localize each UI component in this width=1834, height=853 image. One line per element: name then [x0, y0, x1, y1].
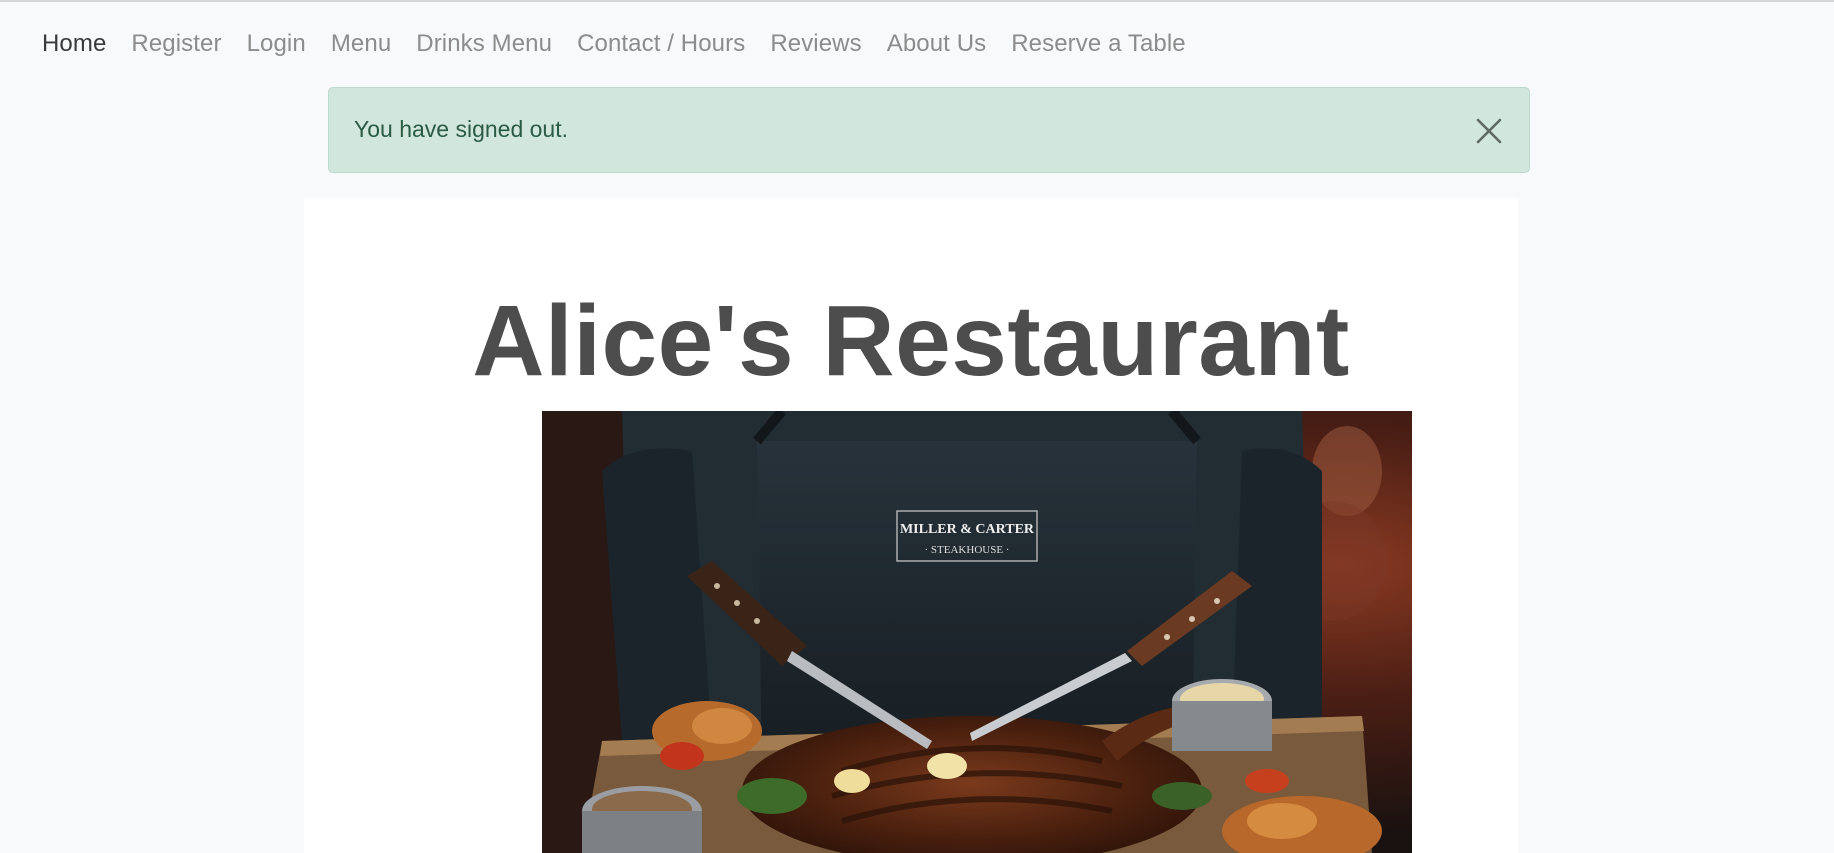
nav-about-us[interactable]: About Us: [887, 30, 987, 58]
apron-logo-line1: MILLER & CARTER: [900, 522, 1035, 537]
steak-photo: MILLER & CARTER · STEAKHOUSE ·: [542, 411, 1412, 853]
hero-card: Alice's Restaurant MILLER & CARTER · STE…: [304, 198, 1518, 853]
nav-reviews[interactable]: Reviews: [770, 30, 861, 58]
sauce-pot-left: [582, 786, 702, 853]
apron-logo-line2: · STEAKHOUSE ·: [925, 544, 1010, 556]
nav-reserve-table[interactable]: Reserve a Table: [1011, 30, 1186, 58]
nav-list: Home Register Login Menu Drinks Menu Con…: [42, 30, 1211, 58]
nav-home[interactable]: Home: [42, 30, 106, 58]
signout-alert: You have signed out.: [328, 87, 1530, 173]
nav-contact-hours[interactable]: Contact / Hours: [577, 30, 745, 58]
main-navbar: Home Register Login Menu Drinks Menu Con…: [0, 2, 1834, 86]
nav-login[interactable]: Login: [247, 30, 306, 58]
alert-message: You have signed out.: [354, 116, 568, 142]
nav-menu[interactable]: Menu: [331, 30, 391, 58]
sauce-pot-right: [1172, 679, 1272, 751]
nav-register[interactable]: Register: [131, 30, 221, 58]
page-title: Alice's Restaurant: [472, 285, 1350, 397]
close-icon[interactable]: [1475, 117, 1503, 145]
nav-drinks-menu[interactable]: Drinks Menu: [416, 30, 552, 58]
